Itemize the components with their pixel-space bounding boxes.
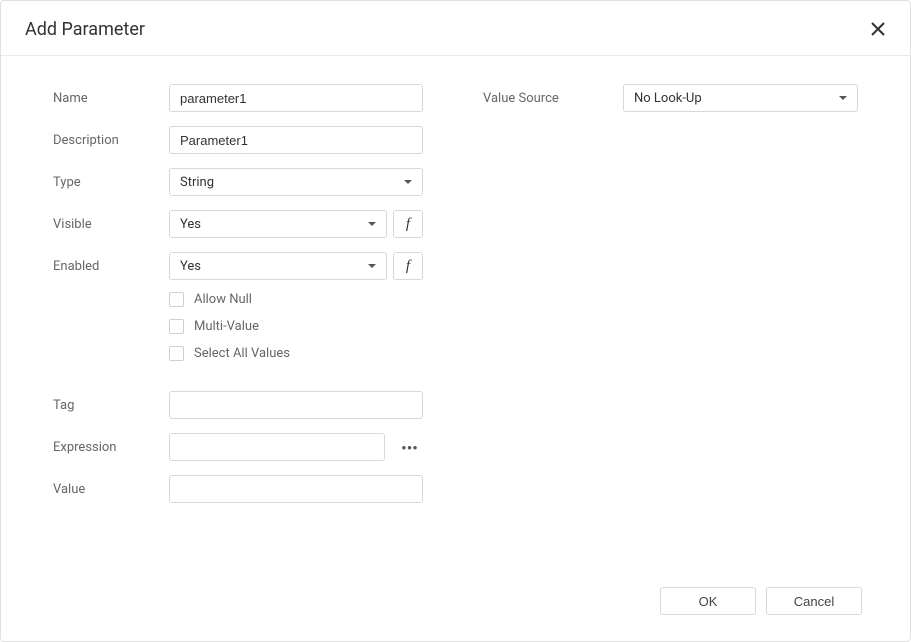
allow-null-label: Allow Null <box>194 292 252 307</box>
select-all-label: Select All Values <box>194 346 290 361</box>
type-select-value: String <box>180 175 214 190</box>
value-source-label: Value Source <box>483 91 623 106</box>
description-label: Description <box>53 133 169 148</box>
visible-label: Visible <box>53 217 169 232</box>
ok-button[interactable]: OK <box>660 587 756 615</box>
expression-input[interactable] <box>169 433 385 461</box>
type-select[interactable]: String <box>169 168 423 196</box>
value-source-select-value: No Look-Up <box>634 91 702 106</box>
tag-label: Tag <box>53 398 169 413</box>
description-row: Description <box>53 126 423 154</box>
allow-null-checkbox[interactable] <box>169 292 184 307</box>
enabled-label: Enabled <box>53 259 169 274</box>
visible-select[interactable]: Yes <box>169 210 387 238</box>
right-column: Value Source No Look-Up <box>483 84 858 555</box>
multi-value-row: Multi-Value <box>53 319 423 334</box>
close-icon <box>870 21 886 37</box>
type-label: Type <box>53 175 169 190</box>
allow-null-row: Allow Null <box>53 292 423 307</box>
chevron-down-icon <box>368 264 376 268</box>
checkbox-group: Allow Null Multi-Value Select All Values <box>53 292 423 373</box>
enabled-select-value: Yes <box>180 259 201 274</box>
close-button[interactable] <box>866 17 890 41</box>
value-input[interactable] <box>169 475 423 503</box>
dialog-body: Name Description Type String <box>1 56 910 575</box>
value-source-select[interactable]: No Look-Up <box>623 84 858 112</box>
chevron-down-icon <box>839 96 847 100</box>
visible-expression-button[interactable]: f <box>393 210 423 238</box>
value-label: Value <box>53 482 169 497</box>
enabled-expression-button[interactable]: f <box>393 252 423 280</box>
dialog-title: Add Parameter <box>25 19 145 40</box>
tag-input[interactable] <box>169 391 423 419</box>
expression-label: Expression <box>53 440 169 455</box>
value-source-row: Value Source No Look-Up <box>483 84 858 112</box>
expression-row: Expression ••• <box>53 433 423 461</box>
name-label: Name <box>53 91 169 106</box>
add-parameter-dialog: Add Parameter Name Description <box>0 0 911 642</box>
multi-value-checkbox[interactable] <box>169 319 184 334</box>
value-row: Value <box>53 475 423 503</box>
chevron-down-icon <box>368 222 376 226</box>
description-input[interactable] <box>169 126 423 154</box>
name-row: Name <box>53 84 423 112</box>
visible-select-value: Yes <box>180 217 201 232</box>
multi-value-label: Multi-Value <box>194 319 259 334</box>
name-input[interactable] <box>169 84 423 112</box>
select-all-checkbox[interactable] <box>169 346 184 361</box>
enabled-row: Enabled Yes f <box>53 252 423 280</box>
ellipsis-icon: ••• <box>402 440 419 455</box>
visible-row: Visible Yes f <box>53 210 423 238</box>
dialog-footer: OK Cancel <box>1 575 910 641</box>
dialog-header: Add Parameter <box>1 1 910 56</box>
expression-ellipsis-button[interactable]: ••• <box>398 434 422 460</box>
type-row: Type String <box>53 168 423 196</box>
select-all-row: Select All Values <box>53 346 423 361</box>
enabled-select[interactable]: Yes <box>169 252 387 280</box>
cancel-button[interactable]: Cancel <box>766 587 862 615</box>
function-icon: f <box>406 258 410 275</box>
tag-row: Tag <box>53 391 423 419</box>
chevron-down-icon <box>404 180 412 184</box>
left-column: Name Description Type String <box>53 84 423 555</box>
function-icon: f <box>406 216 410 233</box>
